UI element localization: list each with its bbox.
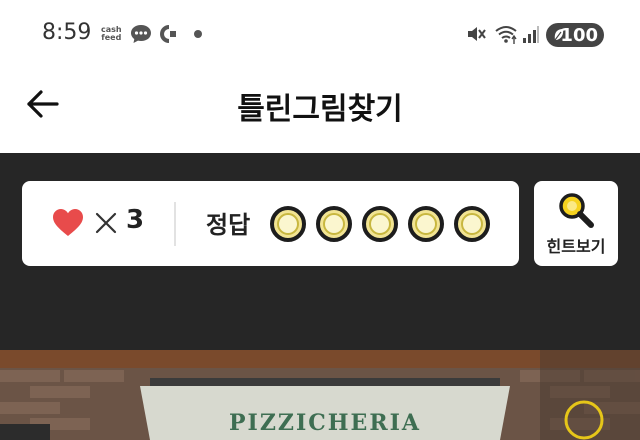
answer-label: 정답	[206, 211, 251, 239]
divider	[174, 202, 176, 246]
page-title: 틀린그림찾기	[237, 92, 403, 127]
heart-icon	[53, 209, 83, 236]
status-time: 8:59	[42, 20, 92, 45]
sign-text: PIZZICHERIA	[229, 410, 421, 436]
c-icon	[160, 25, 176, 43]
pizzeria-photo: PIZZICHERIA	[0, 350, 640, 440]
chat-icon	[131, 25, 151, 43]
hint-label: 힌트보기	[546, 237, 606, 256]
cashfeed-line2: feed	[101, 33, 122, 42]
answer-slot	[316, 206, 352, 242]
answer-slot	[270, 206, 306, 242]
puzzle-image[interactable]: PIZZICHERIA	[0, 350, 640, 440]
wifi-icon	[495, 26, 517, 44]
answer-slot	[362, 206, 398, 242]
cashfeed-icon: cash feed	[101, 26, 122, 42]
battery-level: 100	[560, 24, 598, 46]
signal-icon	[523, 26, 539, 43]
leaf-icon	[554, 29, 564, 41]
hint-button[interactable]: 힌트보기	[534, 181, 618, 266]
answer-slot	[454, 206, 490, 242]
battery-indicator: 100	[546, 23, 604, 47]
mute-icon	[468, 27, 486, 41]
times-icon	[95, 212, 117, 234]
magnifier-icon	[559, 193, 594, 228]
lives-count: 3	[126, 205, 145, 235]
status-card: 3 정답	[22, 181, 519, 266]
game-panel: 3 정답 힌트보기	[0, 153, 640, 350]
answer-slot	[408, 206, 444, 242]
app-bar: 틀린그림찾기	[0, 70, 640, 153]
notification-dot	[194, 30, 202, 38]
status-bar: 8:59 cash feed 100	[0, 0, 640, 70]
